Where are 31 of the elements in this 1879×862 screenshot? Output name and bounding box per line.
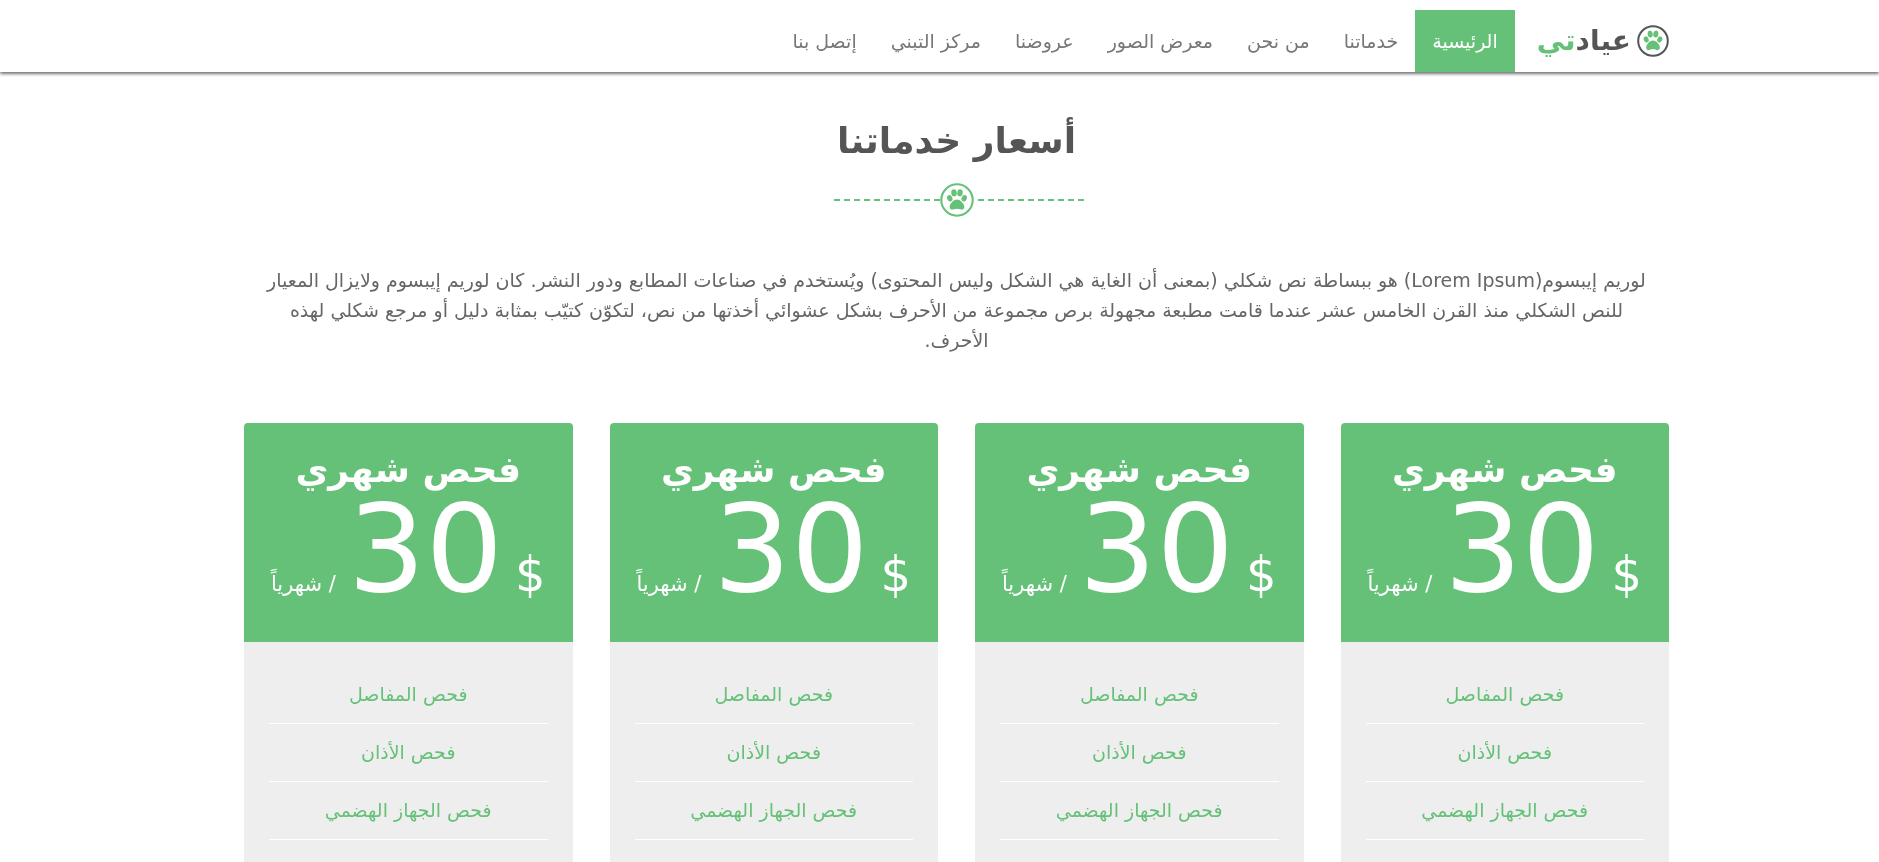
paw-logo-icon bbox=[1637, 25, 1669, 57]
nav-link[interactable]: مركز التبني bbox=[873, 10, 998, 72]
section-title: أسعار خدماتنا bbox=[244, 119, 1669, 163]
feature-item: فحص الجهاز الهضمي bbox=[1055, 798, 1223, 824]
price-period: / شهرياً bbox=[636, 569, 702, 601]
nav-link[interactable]: خدماتنا bbox=[1326, 10, 1416, 72]
brand-name[interactable]: عيادتي bbox=[1536, 22, 1631, 60]
currency-symbol: $ bbox=[880, 548, 912, 601]
feature-item: فحص المفاصل bbox=[348, 682, 468, 708]
nav-link[interactable]: معرض الصور bbox=[1090, 10, 1231, 72]
paw-icon bbox=[939, 183, 974, 218]
nav-link[interactable]: إتصل بنا bbox=[775, 10, 874, 72]
currency-symbol: $ bbox=[1611, 548, 1643, 601]
feature-item: فحص الأذان bbox=[1092, 740, 1187, 766]
currency-symbol: $ bbox=[515, 548, 546, 601]
price-period: / شهرياً bbox=[270, 569, 336, 601]
feature-item: فحص الأذان bbox=[361, 740, 456, 766]
feature-item: فحص المفاصل bbox=[714, 682, 834, 708]
price-period: / شهرياً bbox=[1001, 569, 1067, 601]
feature-item: فحص الجهاز الهضمي bbox=[690, 798, 858, 824]
nav-link[interactable]: من نحن bbox=[1230, 10, 1327, 72]
feature-item: فحص الجهاز الهضمي bbox=[1421, 798, 1589, 824]
nav-link[interactable]: عروضنا bbox=[998, 10, 1091, 72]
intro-text: لوريم إيبسوم(Lorem Ipsum) هو ببساطة نص شكلي (بمعنى أن الغاية هي الشكل وليس المحتوى) ويُستخدم في صناعات المطابع ودور النشر. كان لوريم إيبسوم ولايزال المعيار للنص الشكلي منذ القرن الخامس عشر عندما قامت مطبعة مجهولة برص مجموعة من الأحرف بشكل عشوائي أخذتها من نص، لتكوّن كتيّب بمثابة دليل أو مرجع شكلي لهذه الأحرف. bbox=[265, 267, 1647, 354]
feature-item: فحص الجهاز الهضمي bbox=[324, 798, 492, 824]
feature-item: فحص المفاصل bbox=[1079, 682, 1199, 708]
currency-symbol: $ bbox=[1246, 548, 1277, 601]
feature-item: فحص الأذان bbox=[726, 740, 821, 766]
feature-item: فحص المفاصل bbox=[1445, 682, 1565, 708]
price-period: / شهرياً bbox=[1367, 569, 1433, 601]
feature-item: فحص الأذان bbox=[1457, 740, 1552, 766]
